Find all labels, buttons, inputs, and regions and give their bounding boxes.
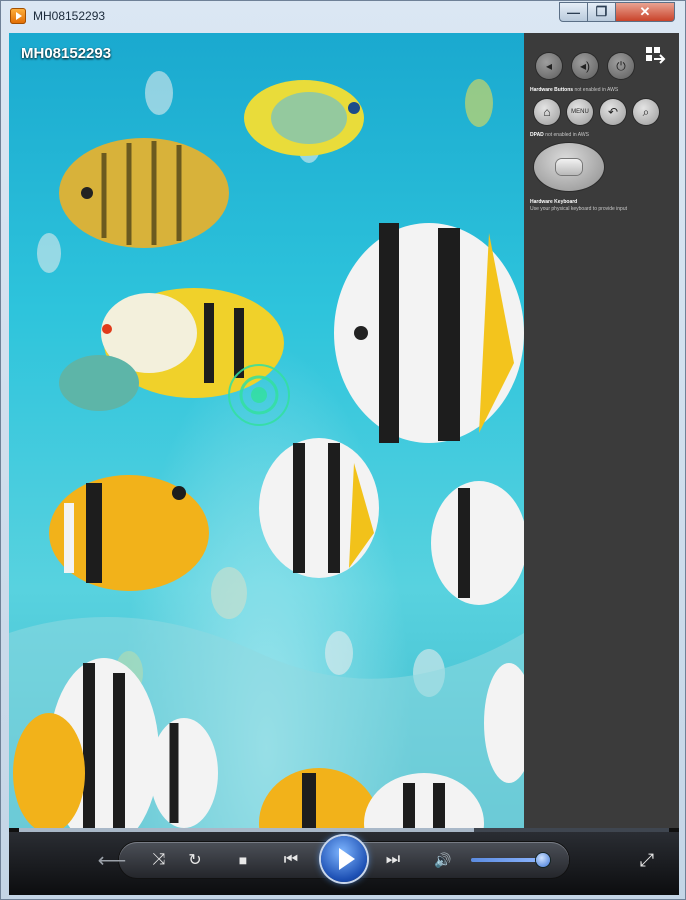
butterflyfish-lower-left [49, 475, 209, 591]
play-icon[interactable] [321, 836, 367, 882]
menu-button[interactable]: MENU [567, 99, 593, 125]
device-control-panel: ◂ ◂) ⏻ Hardware Buttons not enabled in A… [524, 33, 679, 828]
volume-slider[interactable] [471, 853, 551, 867]
close-button[interactable]: ✕ [615, 2, 675, 22]
volume-up-icon[interactable]: ◂) [572, 53, 598, 79]
repeat-icon[interactable]: ↻ [181, 846, 209, 874]
home-icon[interactable]: ⌂ [534, 99, 560, 125]
dpad-caption: DPAD not enabled in AWS [530, 132, 670, 139]
keyboard-note: Use your physical keyboard to provide in… [530, 206, 627, 212]
back-icon[interactable]: ↶ [600, 99, 626, 125]
angelfish-top [244, 80, 364, 156]
title-bar[interactable]: MH08152293 — ❐ ✕ [1, 1, 685, 31]
media-player-app-icon [10, 8, 26, 24]
hardware-buttons-caption: Hardware Buttons not enabled in AWS [530, 87, 670, 94]
back-arrow-icon[interactable]: ⟵ [95, 846, 129, 874]
hardware-buttons-note: not enabled in AWS [574, 87, 619, 93]
hardware-buttons-title: Hardware Buttons [530, 87, 574, 93]
dpad-control[interactable] [534, 143, 604, 191]
previous-icon[interactable]: ⏮ [271, 846, 311, 874]
dpad-note: not enabled in AWS [545, 132, 589, 138]
switch-to-now-playing-icon[interactable]: ⤢ [633, 846, 661, 874]
volume-knob[interactable] [536, 853, 550, 867]
volume-level [471, 858, 543, 862]
collapse-panel-icon[interactable] [644, 45, 666, 67]
butterflyfish-left [59, 138, 229, 248]
player-client-area: MH08152293 ◂ ◂) ⏻ Hardware Buttons not e… [9, 33, 679, 895]
dpad-center-button[interactable] [556, 159, 582, 175]
dpad-title: DPAD [530, 132, 544, 138]
fish-scene-image [9, 71, 524, 828]
shuffle-icon[interactable]: ⤨ [145, 846, 173, 874]
next-icon[interactable]: ⏭ [373, 846, 413, 874]
menu-button-label: MENU [571, 109, 589, 115]
search-icon[interactable]: ⌕ [633, 99, 659, 125]
power-icon[interactable]: ⏻ [608, 53, 634, 79]
video-title-overlay: MH08152293 [21, 45, 112, 62]
bannerfish-right [334, 223, 524, 443]
volume-icon[interactable]: 🔊 [429, 846, 457, 874]
keyboard-title: Hardware Keyboard [530, 199, 578, 205]
window-title: MH08152293 [33, 9, 106, 23]
keyboard-caption: Hardware Keyboard Use your physical keyb… [530, 199, 670, 213]
playback-controls: ⟵ ⤨ ↻ ■ ⏮ ⏭ 🔊 ⤢ [9, 832, 679, 895]
stop-icon[interactable]: ■ [231, 846, 255, 874]
player-window: MH08152293 — ❐ ✕ MH08152293 ◂ ◂) ⏻ Hardw… [0, 0, 686, 900]
bannerfish-center [259, 438, 524, 605]
angelfish-middle [59, 288, 284, 411]
video-display[interactable]: MH08152293 [9, 33, 524, 828]
minimize-button[interactable]: — [559, 2, 588, 22]
volume-down-icon[interactable]: ◂ [536, 53, 562, 79]
maximize-button[interactable]: ❐ [587, 2, 616, 22]
